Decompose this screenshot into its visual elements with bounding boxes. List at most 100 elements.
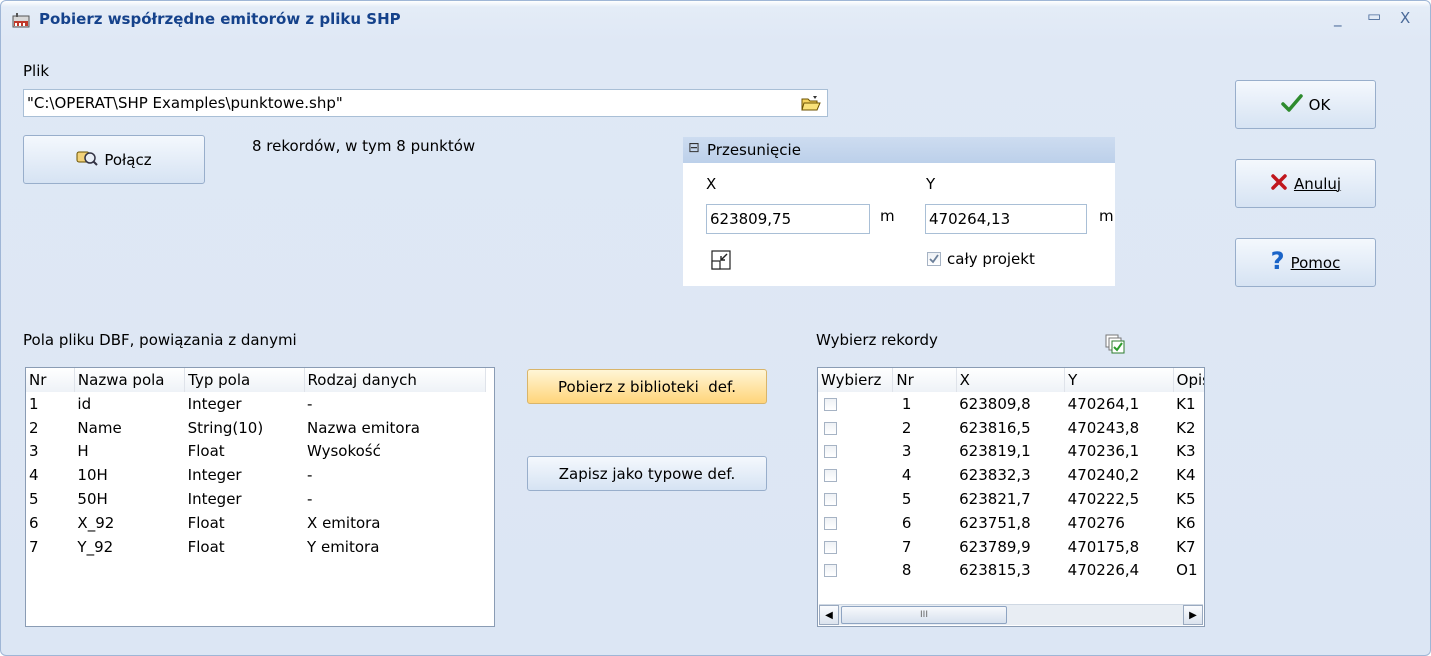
record-checkbox[interactable] — [824, 516, 837, 530]
table-row[interactable]: 2 623816,5 470243,8 K2 — [818, 416, 1204, 440]
table-row[interactable]: 1 id Integer - — [26, 392, 486, 416]
record-checkbox[interactable] — [824, 540, 837, 554]
dbf-fields-list[interactable]: Nr Nazwa pola Typ pola Rodzaj danych 1 id… — [25, 367, 495, 627]
cell-field-type: Integer — [187, 394, 242, 413]
column-header-x[interactable]: X — [956, 368, 1066, 392]
offset-title: Przesunięcie — [707, 141, 801, 159]
offset-x-label: X — [706, 175, 717, 193]
record-checkbox[interactable] — [824, 445, 837, 459]
browse-file-button[interactable] — [796, 90, 826, 116]
table-row[interactable]: 2 Name String(10) Nazwa emitora — [26, 416, 486, 440]
cell-description: O1 — [1176, 561, 1198, 580]
load-library-button[interactable]: Pobierz z biblioteki def. — [527, 369, 767, 404]
cell-nr: 5 — [901, 490, 912, 509]
cell-description: K7 — [1176, 537, 1196, 556]
offset-x-input[interactable]: 623809,75 — [706, 204, 870, 234]
scroll-thumb[interactable]: III — [841, 606, 1007, 624]
save-default-label: Zapisz jako typowe def. — [558, 464, 736, 483]
cell-nr: 1 — [901, 394, 912, 413]
cell-field-name: H — [77, 442, 89, 461]
column-header-select[interactable]: Wybierz — [818, 368, 894, 392]
records-status: 8 rekordów, w tym 8 punktów — [252, 137, 476, 155]
cell-description: K3 — [1176, 442, 1196, 461]
cell-nr: 3 — [901, 442, 912, 461]
table-row[interactable]: 7 623789,9 470175,8 K7 — [818, 535, 1204, 559]
cell-x: 623816,5 — [959, 418, 1031, 437]
cancel-button[interactable]: Anuluj — [1235, 159, 1376, 208]
record-checkbox[interactable] — [824, 493, 837, 507]
folder-open-icon — [801, 95, 821, 110]
record-checkbox[interactable] — [824, 469, 837, 483]
cell-x: 623789,9 — [959, 537, 1031, 556]
records-table: Wybierz Nr X Y Opis, 1 623809,8 470264,1 K1… — [818, 368, 1204, 583]
column-header-description[interactable]: Opis, — [1173, 368, 1204, 392]
column-header-field-type[interactable]: Typ pola — [184, 368, 305, 392]
collapse-icon[interactable]: ⊟ — [688, 140, 700, 156]
cell-field-type: String(10) — [187, 418, 264, 437]
select-all-button[interactable] — [1105, 334, 1125, 358]
table-row[interactable]: 4 10H Integer - — [26, 463, 486, 487]
cell-field-name: id — [77, 394, 92, 413]
minimize-button[interactable]: _ — [1334, 9, 1342, 27]
offset-y-input[interactable]: 470264,13 — [925, 204, 1087, 234]
column-header-y[interactable]: Y — [1064, 368, 1174, 392]
ok-button-label: OK — [1308, 95, 1331, 114]
column-header-nr[interactable]: Nr — [26, 368, 75, 392]
cell-data-kind: Nazwa emitora — [307, 418, 420, 437]
cell-data-kind: Wysokość — [307, 442, 381, 461]
question-icon: ? — [1270, 246, 1285, 275]
table-row[interactable]: 5 50H Integer - — [26, 487, 486, 511]
close-button[interactable]: X — [1400, 9, 1410, 27]
cell-y: 470243,8 — [1067, 418, 1140, 437]
record-checkbox[interactable] — [824, 564, 837, 578]
table-row[interactable]: 7 Y_92 Float Y emitora — [26, 535, 486, 559]
connect-button[interactable]: Połącz — [23, 135, 205, 184]
cell-data-kind: - — [307, 490, 313, 509]
connect-icon — [76, 149, 99, 171]
cell-x: 623819,1 — [959, 442, 1031, 461]
table-row[interactable]: 3 H Float Wysokość — [26, 440, 486, 464]
column-header-nr[interactable]: Nr — [892, 368, 957, 392]
record-checkbox[interactable] — [824, 397, 837, 411]
cell-nr: 4 — [29, 466, 39, 485]
dialog-window: Pobierz współrzędne emitorów z pliku SHP… — [0, 0, 1431, 656]
cell-nr: 6 — [901, 513, 912, 532]
window-title: Pobierz współrzędne emitorów z pliku SHP — [39, 10, 401, 28]
help-button[interactable]: ? Pomoc — [1235, 238, 1376, 287]
whole-project-label: cały projekt — [947, 250, 1035, 268]
cell-field-name: Y_92 — [77, 537, 114, 556]
records-list[interactable]: Wybierz Nr X Y Opis, 1 623809,8 470264,1 K1… — [817, 367, 1205, 627]
cell-description: K6 — [1176, 513, 1196, 532]
table-row[interactable]: 6 623751,8 470276 K6 — [818, 511, 1204, 535]
cell-x: 623832,3 — [959, 466, 1031, 485]
whole-project-check[interactable] — [927, 252, 941, 266]
save-default-button[interactable]: Zapisz jako typowe def. — [527, 456, 767, 491]
table-row[interactable]: 6 X_92 Float X emitora — [26, 511, 486, 535]
offset-panel-header[interactable]: ⊟ Przesunięcie — [683, 137, 1115, 163]
cell-nr: 3 — [29, 442, 39, 461]
cell-y: 470240,2 — [1067, 466, 1140, 485]
cell-data-kind: X emitora — [307, 513, 381, 532]
column-header-data-kind[interactable]: Rodzaj danych — [304, 368, 487, 392]
cell-nr: 8 — [901, 561, 912, 580]
cell-y: 470222,5 — [1067, 490, 1140, 509]
records-horizontal-scrollbar[interactable]: ◀ III ▶ — [819, 604, 1203, 625]
offset-y-unit: m — [1099, 207, 1114, 225]
cell-field-name: X_92 — [77, 513, 115, 532]
table-row[interactable]: 3 623819,1 470236,1 K3 — [818, 440, 1204, 464]
maximize-button[interactable]: ▭ — [1367, 7, 1381, 25]
table-row[interactable]: 1 623809,8 470264,1 K1 — [818, 392, 1204, 416]
record-checkbox[interactable] — [824, 421, 837, 435]
table-row[interactable]: 5 623821,7 470222,5 K5 — [818, 487, 1204, 511]
whole-project-checkbox[interactable]: cały projekt — [927, 250, 1035, 268]
cell-nr: 7 — [901, 537, 912, 556]
column-header-field-name[interactable]: Nazwa pola — [74, 368, 186, 392]
dbf-fields-table: Nr Nazwa pola Typ pola Rodzaj danych 1 id… — [26, 368, 487, 559]
table-row[interactable]: 4 623832,3 470240,2 K4 — [818, 463, 1204, 487]
scroll-left-button[interactable]: ◀ — [819, 605, 839, 625]
file-path-input[interactable]: "C:\OPERAT\SHP Examples\punktowe.shp" — [23, 89, 828, 117]
table-row[interactable]: 8 623815,3 470226,4 O1 — [818, 559, 1204, 583]
ok-button[interactable]: OK — [1235, 80, 1376, 129]
pick-point-button[interactable] — [709, 248, 733, 276]
scroll-right-button[interactable]: ▶ — [1183, 605, 1203, 625]
